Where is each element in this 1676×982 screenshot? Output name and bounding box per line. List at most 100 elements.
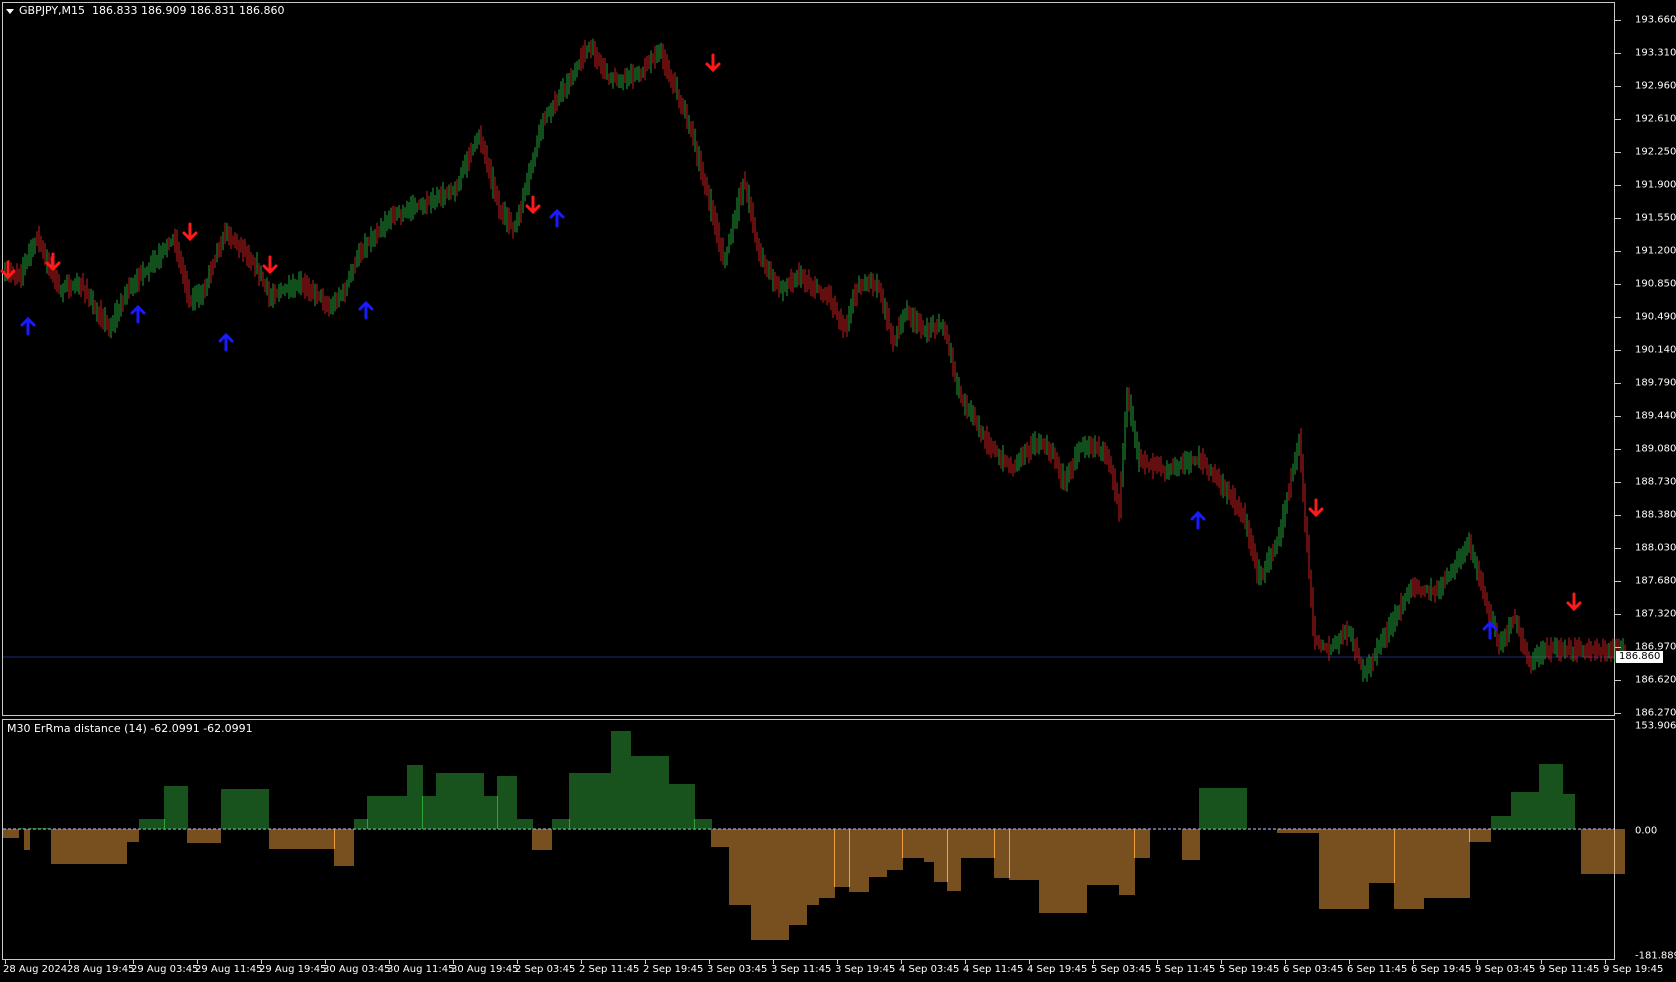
price-tick-label: 192.960 — [1635, 80, 1676, 92]
buy-signal-arrow — [1482, 620, 1498, 640]
price-tick — [1615, 647, 1621, 648]
time-tick-label: 30 Aug 19:45 — [451, 964, 519, 975]
time-tick — [1093, 960, 1094, 964]
time-tick-label: 5 Sep 11:45 — [1155, 964, 1216, 975]
price-tick — [1615, 713, 1621, 714]
time-tick-label: 2 Sep 03:45 — [515, 964, 576, 975]
time-tick — [517, 960, 518, 964]
price-tick — [1615, 86, 1621, 87]
time-tick-label: 6 Sep 03:45 — [1283, 964, 1344, 975]
price-tick — [1615, 449, 1621, 450]
time-tick — [837, 960, 838, 964]
price-tick-label: 190.140 — [1635, 344, 1676, 356]
time-tick-label: 6 Sep 11:45 — [1347, 964, 1408, 975]
time-tick-label: 3 Sep 03:45 — [707, 964, 768, 975]
price-tick-label: 186.620 — [1635, 674, 1676, 686]
price-tick-label: 191.900 — [1635, 179, 1676, 191]
candlesticks — [4, 38, 1626, 682]
time-tick-label: 9 Sep 03:45 — [1475, 964, 1536, 975]
price-tick — [1615, 581, 1621, 582]
sell-signal-arrow — [1308, 498, 1324, 518]
price-tick-label: 188.380 — [1635, 509, 1676, 521]
time-tick-label: 3 Sep 19:45 — [835, 964, 896, 975]
sell-signal-arrow — [182, 222, 198, 242]
time-tick — [1157, 960, 1158, 964]
price-tick — [1615, 251, 1621, 252]
time-tick-label: 2 Sep 11:45 — [579, 964, 640, 975]
buy-signal-arrow — [130, 304, 146, 324]
time-tick-label: 6 Sep 19:45 — [1411, 964, 1472, 975]
price-tick — [1615, 53, 1621, 54]
time-tick — [773, 960, 774, 964]
indicator-axis-top: 153.9061 — [1635, 720, 1676, 732]
time-tick-label: 30 Aug 03:45 — [323, 964, 391, 975]
time-tick — [1477, 960, 1478, 964]
ohlc-values: 186.833 186.909 186.831 186.860 — [92, 4, 285, 17]
buy-signal-arrow — [549, 208, 565, 228]
price-tick-label: 192.250 — [1635, 146, 1676, 158]
symbol-label: GBPJPY,M15 — [19, 4, 86, 17]
time-tick — [1029, 960, 1030, 964]
time-tick-label: 30 Aug 11:45 — [387, 964, 455, 975]
time-tick — [1285, 960, 1286, 964]
sell-signal-arrow — [262, 255, 278, 275]
time-tick — [1541, 960, 1542, 964]
buy-signal-arrow — [358, 300, 374, 320]
time-tick — [453, 960, 454, 964]
time-tick-label: 4 Sep 19:45 — [1027, 964, 1088, 975]
time-tick — [389, 960, 390, 964]
price-tick — [1615, 119, 1621, 120]
price-tick-label: 189.440 — [1635, 410, 1676, 422]
time-tick — [1413, 960, 1414, 964]
time-tick — [965, 960, 966, 964]
price-tick — [1615, 185, 1621, 186]
price-tick — [1615, 416, 1621, 417]
time-tick — [581, 960, 582, 964]
time-tick-label: 4 Sep 03:45 — [899, 964, 960, 975]
price-tick-label: 187.680 — [1635, 575, 1676, 587]
time-tick-label: 28 Aug 2024 — [3, 964, 68, 975]
time-tick-label: 9 Sep 11:45 — [1539, 964, 1600, 975]
time-tick — [645, 960, 646, 964]
chart-title: GBPJPY,M15 186.833 186.909 186.831 186.8… — [7, 4, 285, 17]
price-tick-label: 186.270 — [1635, 707, 1676, 719]
price-tick — [1615, 218, 1621, 219]
buy-signal-arrow — [20, 316, 36, 336]
sell-signal-arrow — [705, 53, 721, 73]
time-tick-label: 2 Sep 19:45 — [643, 964, 704, 975]
price-tick — [1615, 20, 1621, 21]
price-tick-label: 191.200 — [1635, 245, 1676, 257]
time-tick-label: 4 Sep 11:45 — [963, 964, 1024, 975]
current-price-tag: 186.860 — [1616, 651, 1664, 663]
time-tick-label: 29 Aug 19:45 — [259, 964, 327, 975]
time-tick-label: 5 Sep 19:45 — [1219, 964, 1280, 975]
price-tick-label: 190.490 — [1635, 311, 1676, 323]
price-tick-label: 188.730 — [1635, 476, 1676, 488]
indicator-title: M30 ErRma distance (14) -62.0991 -62.099… — [7, 722, 253, 735]
indicator-axis-bottom: -181.8893 — [1635, 950, 1676, 962]
price-tick-label: 189.080 — [1635, 443, 1676, 455]
sell-signal-arrow — [1566, 592, 1582, 612]
chart-canvas[interactable] — [0, 0, 1676, 982]
price-tick-label: 188.030 — [1635, 542, 1676, 554]
price-tick-label: 187.320 — [1635, 608, 1676, 620]
time-tick — [1349, 960, 1350, 964]
time-tick-label: 9 Sep 19:45 — [1603, 964, 1664, 975]
time-tick — [1605, 960, 1606, 964]
time-tick — [5, 960, 6, 964]
sell-signal-arrow — [525, 195, 541, 215]
time-tick — [325, 960, 326, 964]
time-tick-label: 28 Aug 19:45 — [67, 964, 135, 975]
time-tick — [1221, 960, 1222, 964]
time-tick — [197, 960, 198, 964]
time-tick-label: 3 Sep 11:45 — [771, 964, 832, 975]
price-tick — [1615, 383, 1621, 384]
time-tick — [709, 960, 710, 964]
price-tick — [1615, 680, 1621, 681]
time-tick — [901, 960, 902, 964]
price-tick — [1615, 482, 1621, 483]
time-tick — [261, 960, 262, 964]
sell-signal-arrow — [0, 260, 16, 280]
price-tick-label: 189.790 — [1635, 377, 1676, 389]
price-tick — [1615, 350, 1621, 351]
